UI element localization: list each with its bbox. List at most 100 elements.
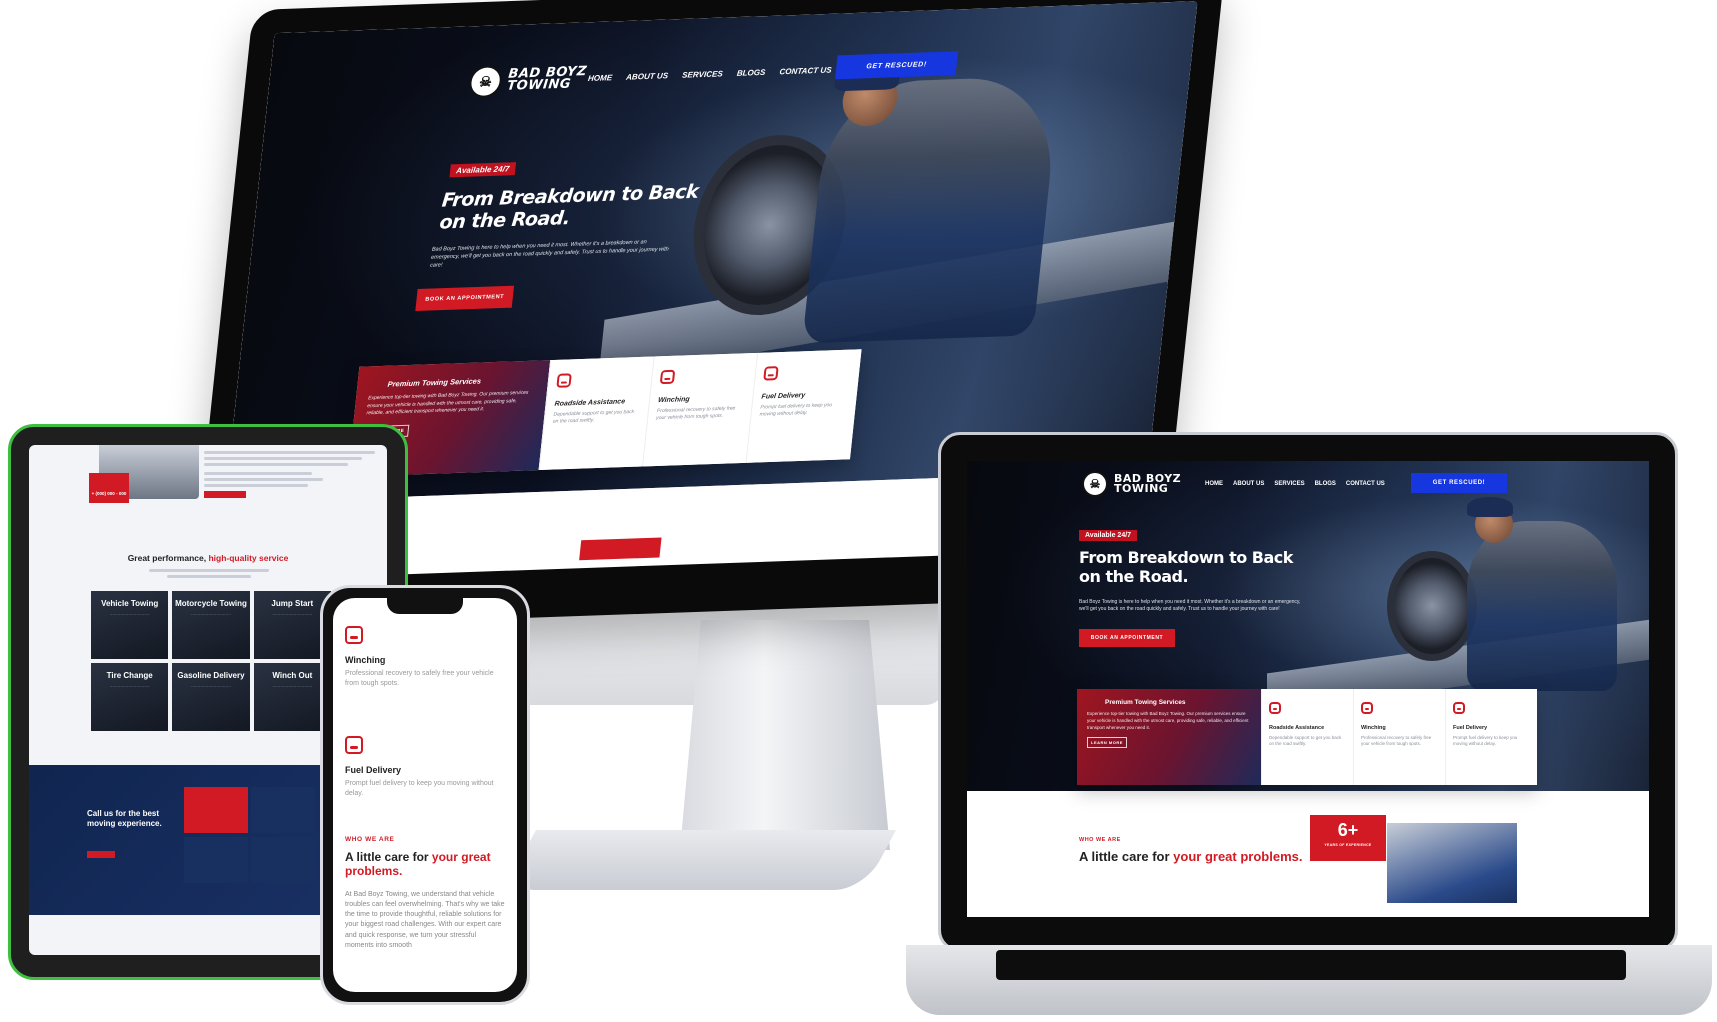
service-title: Winching — [657, 396, 690, 405]
grid-tire-change[interactable]: Tire Change ·····························… — [91, 663, 169, 731]
years-value: 6+ — [1337, 820, 1359, 840]
book-appointment-button[interactable]: BOOK AN APPOINTMENT — [1079, 629, 1175, 647]
main-nav: HOME ABOUT US SERVICES BLOGS CONTACT US — [1205, 481, 1385, 487]
phone-fuel-title: Fuel Delivery — [345, 765, 402, 775]
grid-motorcycle-towing[interactable]: Motorcycle Towing ·······················… — [172, 591, 250, 659]
phone-fuel-card[interactable]: Fuel Delivery Prompt fuel delivery to ke… — [345, 736, 505, 799]
tablet-call-box[interactable]: + (000) 000 - 000 — [89, 473, 129, 503]
nav-contact-us[interactable]: CONTACT US — [779, 66, 832, 77]
wheel-image — [1387, 551, 1477, 661]
service-card-winching[interactable]: Winching Professional recovery to safely… — [642, 352, 758, 467]
logo-line-2: TOWING — [1114, 482, 1169, 495]
service-text: Professional recovery to safely free you… — [655, 405, 736, 422]
nav-home[interactable]: HOME — [1205, 481, 1223, 487]
device-mockup-scene: ☠ BAD BOYZ TOWING HOME ABOUT US SERVICES… — [0, 0, 1717, 1022]
helmet-icon — [345, 626, 363, 644]
helmet-icon — [1361, 702, 1373, 714]
services-strip: Premium Towing Services Experience top-t… — [1077, 689, 1537, 785]
hero-title: From Breakdown to Back on the Road. — [1079, 548, 1293, 587]
premium-title: Premium Towing Services — [1105, 699, 1186, 706]
service-title: Roadside Assistance — [1269, 725, 1325, 731]
phone-about-body: At Bad Boyz Towing, we understand that v… — [345, 891, 505, 949]
tow-truck-icon — [556, 373, 572, 388]
book-appointment-button[interactable]: BOOK AN APPOINTMENT — [415, 285, 515, 312]
service-title: Winching — [1361, 725, 1386, 731]
worker-image — [1467, 521, 1617, 691]
nav-blogs[interactable]: BLOGS — [736, 68, 766, 78]
tablet-intro-text — [204, 451, 384, 498]
site-logo[interactable]: ☠ BAD BOYZ TOWING — [467, 62, 588, 99]
hero-title-line-2: on the Road. — [1079, 566, 1189, 586]
phone-eyebrow: WHO WE ARE — [345, 836, 395, 843]
imac-stand-foot — [504, 830, 896, 890]
call-card-1 — [184, 787, 248, 833]
learn-more-button[interactable]: LEARN MORE — [1087, 737, 1127, 749]
nav-home[interactable]: HOME — [587, 73, 612, 83]
nav-services[interactable]: SERVICES — [1274, 481, 1304, 487]
nav-contact-us[interactable]: CONTACT US — [1346, 481, 1385, 487]
grid-gasoline-delivery[interactable]: Gasoline Delivery ·······················… — [172, 663, 250, 731]
laptop-screen: ☠ BAD BOYZ TOWING HOME ABOUT US SERVICES… — [967, 461, 1649, 917]
phone-screen: Winching Professional recovery to safely… — [333, 598, 517, 992]
service-title: Fuel Delivery — [1453, 725, 1488, 731]
nav-blogs[interactable]: BLOGS — [1315, 481, 1336, 487]
get-rescued-button[interactable]: GET RESCUED! — [1411, 473, 1507, 493]
service-card-roadside[interactable]: Roadside Assistance Dependable support t… — [538, 356, 654, 471]
logo-line-2: TOWING — [506, 76, 572, 94]
service-card-winching[interactable]: Winching Professional recovery to safely… — [1353, 689, 1445, 785]
tablet-red-button[interactable] — [204, 491, 246, 498]
premium-title: Premium Towing Services — [387, 376, 482, 389]
service-text: Prompt fuel delivery to keep you moving … — [1453, 735, 1518, 747]
service-text: Dependable support to get you back on th… — [1269, 735, 1342, 747]
call-card-2 — [251, 787, 315, 833]
site-logo[interactable]: ☠ BAD BOYZ TOWING — [1082, 471, 1181, 497]
imac-stand — [680, 620, 890, 850]
tow-truck-icon — [1269, 702, 1281, 714]
phone-about-title: A little care for your great problems. — [345, 850, 491, 879]
years-badge: 6+ YEARS OF EXPERIENCE — [1310, 815, 1386, 861]
hero-title-line-1: From Breakdown to Back — [1079, 548, 1293, 567]
laptop-keyboard — [996, 950, 1626, 980]
worker-cap-image — [1467, 497, 1513, 517]
call-title: Call us for the best moving experience. — [87, 809, 162, 828]
fuel-pump-icon — [1453, 702, 1465, 714]
logo-skull-icon: ☠ — [467, 65, 504, 99]
nav-about-us[interactable]: ABOUT US — [626, 71, 669, 81]
phone-device: Winching Professional recovery to safely… — [320, 585, 530, 1005]
call-phone-number: + (000) 000 - 000 — [91, 491, 127, 496]
service-title: Roadside Assistance — [554, 398, 626, 408]
hero-title: From Breakdown to Back on the Road. — [438, 181, 699, 235]
fuel-pump-icon — [763, 366, 779, 381]
service-card-fuel[interactable]: Fuel Delivery Prompt fuel delivery to ke… — [745, 349, 862, 463]
service-title: Fuel Delivery — [761, 392, 806, 401]
nav-about-us[interactable]: ABOUT US — [1233, 481, 1264, 487]
helmet-icon — [659, 369, 676, 385]
call-red-button[interactable] — [87, 851, 115, 858]
services-grid: Vehicle Towing ··························… — [91, 591, 331, 731]
grid-vehicle-towing[interactable]: Vehicle Towing ··························… — [91, 591, 169, 659]
phone-winching-card[interactable]: Winching Professional recovery to safely… — [345, 626, 505, 689]
service-text: Prompt fuel delivery to keep you moving … — [759, 402, 833, 418]
about-photo — [1387, 823, 1517, 903]
performance-subtext — [149, 569, 269, 581]
performance-heading: Great performance, high-quality service — [127, 553, 289, 563]
available-badge: Available 24/7 — [1079, 530, 1138, 541]
laptop-device: ☠ BAD BOYZ TOWING HOME ABOUT US SERVICES… — [938, 432, 1678, 952]
service-card-roadside[interactable]: Roadside Assistance Dependable support t… — [1261, 689, 1353, 785]
nav-services[interactable]: SERVICES — [682, 69, 724, 79]
phone-winching-text: Professional recovery to safely free you… — [345, 670, 494, 687]
get-rescued-button[interactable]: GET RESCUED! — [835, 51, 959, 80]
premium-services-card: Premium Towing Services Experience top-t… — [1077, 689, 1261, 785]
service-card-fuel[interactable]: Fuel Delivery Prompt fuel delivery to ke… — [1445, 689, 1537, 785]
available-badge: Available 24/7 — [449, 162, 517, 178]
phone-winching-title: Winching — [345, 655, 386, 665]
service-text: Professional recovery to safely free you… — [1361, 735, 1432, 747]
premium-text: Experience top-tier towing with Bad Boyz… — [1087, 711, 1249, 730]
phone-notch — [387, 598, 463, 614]
laptop-about-title: A little care for your great problems. — [1079, 849, 1303, 864]
premium-text: Experience top-tier towing with Bad Boyz… — [366, 389, 529, 417]
call-card-3 — [184, 837, 248, 883]
years-label: YEARS OF EXPERIENCE — [1324, 843, 1372, 847]
service-text: Dependable support to get you back on th… — [552, 408, 635, 425]
hero-subtitle: Bad Boyz Towing is here to help when you… — [1079, 599, 1301, 613]
